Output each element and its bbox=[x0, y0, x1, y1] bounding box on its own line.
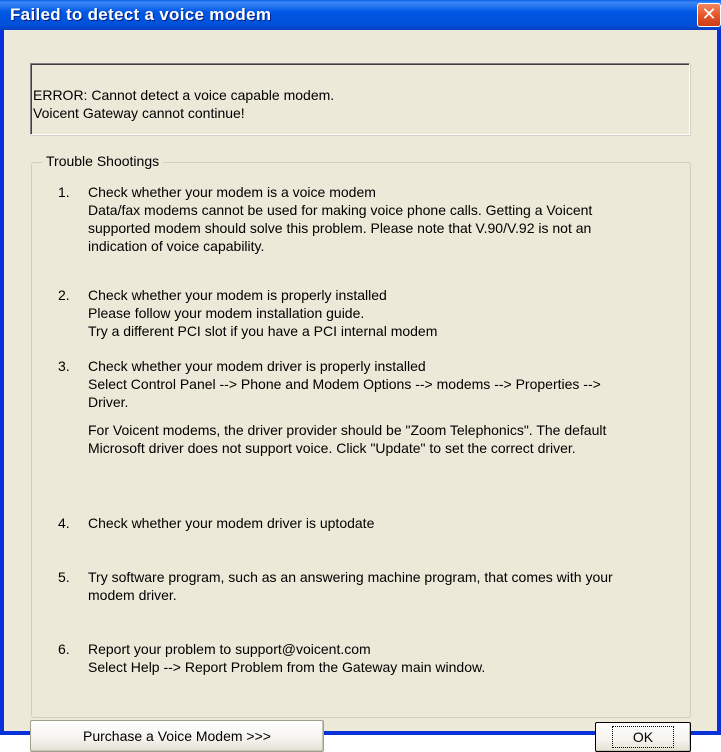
item-number: 5. bbox=[58, 569, 70, 585]
troubleshooting-label: Trouble Shootings bbox=[42, 153, 164, 169]
item-heading: Check whether your modem is properly ins… bbox=[88, 287, 387, 303]
item-text: indication of voice capability. bbox=[88, 238, 265, 254]
item-text: Microsoft driver does not support voice.… bbox=[88, 440, 576, 456]
item-number: 6. bbox=[58, 641, 70, 657]
close-icon: ✕ bbox=[701, 4, 717, 24]
item-text: modem driver. bbox=[88, 587, 177, 603]
window-title: Failed to detect a voice modem bbox=[10, 5, 272, 24]
ok-button[interactable]: OK bbox=[595, 722, 691, 752]
item-text: Data/fax modems cannot be used for makin… bbox=[88, 202, 593, 218]
close-button[interactable]: ✕ bbox=[697, 3, 721, 27]
dialog-window: Failed to detect a voice modem ✕ ERROR: … bbox=[0, 0, 721, 752]
item-number: 1. bbox=[58, 184, 70, 200]
item-number: 3. bbox=[58, 358, 70, 374]
item-heading: Report your problem to support@voicent.c… bbox=[88, 641, 371, 657]
error-message-box: ERROR: Cannot detect a voice capable mod… bbox=[30, 63, 690, 135]
item-text: supported modem should solve this proble… bbox=[88, 220, 592, 236]
error-line-1: ERROR: Cannot detect a voice capable mod… bbox=[33, 87, 335, 103]
dialog-client-area: ERROR: Cannot detect a voice capable mod… bbox=[4, 30, 717, 752]
item-text: Select Control Panel --> Phone and Modem… bbox=[88, 376, 601, 392]
item-number: 4. bbox=[58, 515, 70, 531]
item-text: Please follow your modem installation gu… bbox=[88, 305, 365, 321]
error-line-2: Voicent Gateway cannot continue! bbox=[33, 105, 245, 121]
item-heading: Try software program, such as an answeri… bbox=[88, 569, 613, 585]
item-text: For Voicent modems, the driver provider … bbox=[88, 422, 607, 438]
item-heading: Check whether your modem driver is prope… bbox=[88, 358, 426, 374]
item-heading: Check whether your modem is a voice mode… bbox=[88, 184, 376, 200]
item-text: Select Help --> Report Problem from the … bbox=[88, 659, 486, 675]
title-bar[interactable]: Failed to detect a voice modem ✕ bbox=[0, 0, 721, 30]
item-text: Try a different PCI slot if you have a P… bbox=[88, 323, 438, 339]
purchase-voice-modem-button[interactable]: Purchase a Voice Modem >>> bbox=[30, 720, 324, 752]
item-text: Driver. bbox=[88, 394, 129, 410]
troubleshooting-group: Trouble Shootings 1. Check whether your … bbox=[31, 153, 691, 718]
ok-button-label: OK bbox=[611, 726, 675, 748]
item-number: 2. bbox=[58, 287, 70, 303]
item-heading: Check whether your modem driver is uptod… bbox=[88, 515, 375, 531]
